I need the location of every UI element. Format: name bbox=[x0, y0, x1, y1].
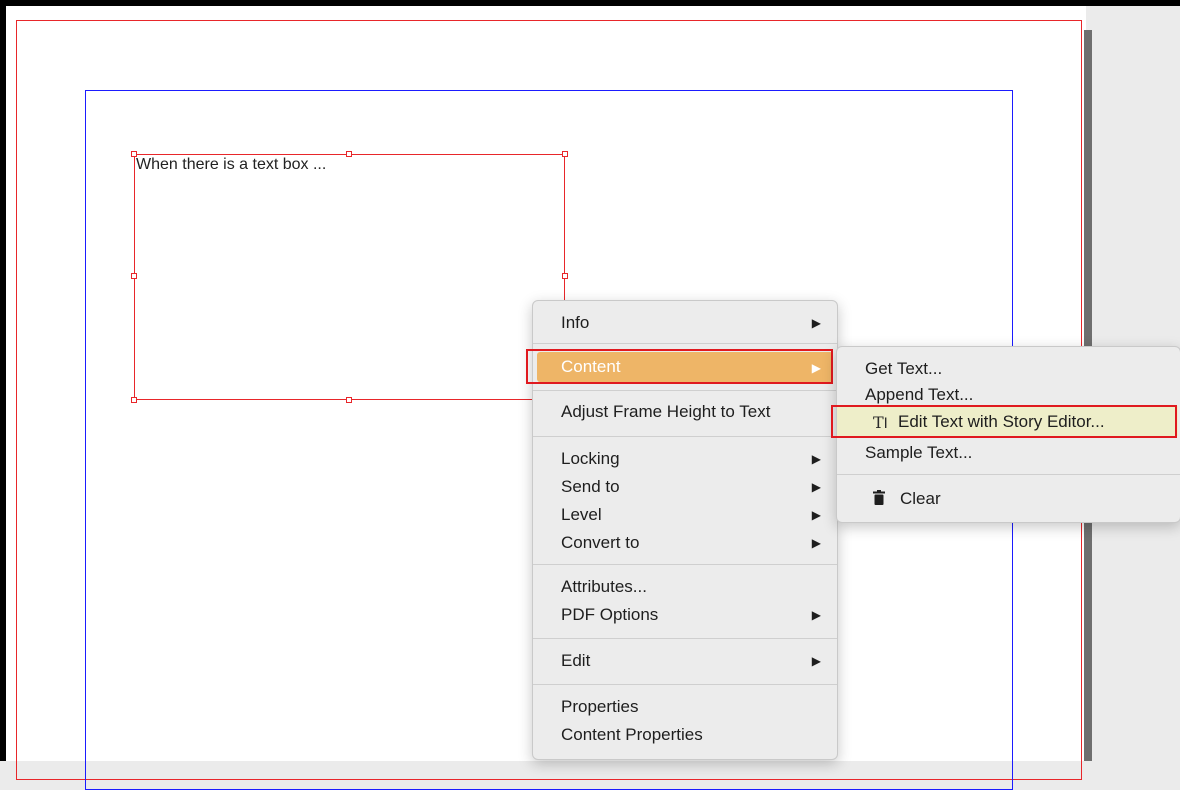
menu-separator bbox=[533, 390, 837, 391]
submenu-arrow-icon: ▶ bbox=[811, 536, 821, 550]
menu-item-label: Level bbox=[561, 505, 602, 524]
menu-item-properties[interactable]: Properties bbox=[533, 693, 837, 720]
menu-item-content-properties[interactable]: Content Properties bbox=[533, 721, 837, 748]
submenu-item-sample-text[interactable]: Sample Text... bbox=[837, 439, 1180, 465]
submenu-item-label: Get Text... bbox=[865, 359, 943, 378]
menu-item-adjust-frame-height[interactable]: Adjust Frame Height to Text bbox=[533, 398, 837, 425]
menu-item-info[interactable]: Info ▶ bbox=[533, 309, 837, 336]
submenu-item-append-text[interactable]: Append Text... bbox=[837, 381, 1180, 407]
story-editor-callout-box bbox=[831, 405, 1177, 438]
frame-text[interactable]: When there is a text box ... bbox=[136, 156, 326, 174]
menu-item-edit[interactable]: Edit ▶ bbox=[533, 647, 837, 674]
submenu-arrow-icon: ▶ bbox=[811, 452, 821, 466]
submenu-item-label: Append Text... bbox=[865, 385, 974, 404]
menu-item-label: PDF Options bbox=[561, 605, 659, 624]
submenu-item-label: Clear bbox=[900, 489, 941, 508]
menu-item-attributes[interactable]: Attributes... bbox=[533, 573, 837, 600]
menu-separator bbox=[533, 436, 837, 437]
menu-item-convert-to[interactable]: Convert to ▶ bbox=[533, 529, 837, 556]
frame-handle-bottom-middle[interactable] bbox=[346, 397, 352, 403]
menu-item-pdf-options[interactable]: PDF Options ▶ bbox=[533, 601, 837, 628]
submenu-arrow-icon: ▶ bbox=[811, 654, 821, 668]
menu-item-locking[interactable]: Locking ▶ bbox=[533, 445, 837, 472]
submenu-arrow-icon: ▶ bbox=[811, 316, 821, 330]
menu-item-label: Info bbox=[561, 313, 590, 332]
menu-separator bbox=[533, 564, 837, 565]
frame-handle-top-left[interactable] bbox=[131, 151, 137, 157]
window-border-top bbox=[0, 0, 1180, 6]
text-frame[interactable] bbox=[134, 154, 565, 400]
menu-item-label: Edit bbox=[561, 651, 591, 670]
submenu-item-get-text[interactable]: Get Text... bbox=[837, 355, 1180, 381]
menu-item-label: Send to bbox=[561, 477, 620, 496]
submenu-item-clear[interactable]: Clear bbox=[837, 485, 1180, 511]
menu-separator bbox=[533, 638, 837, 639]
frame-handle-top-right[interactable] bbox=[562, 151, 568, 157]
menu-separator bbox=[837, 474, 1180, 475]
frame-handle-bottom-left[interactable] bbox=[131, 397, 137, 403]
menu-item-level[interactable]: Level ▶ bbox=[533, 501, 837, 528]
submenu-arrow-icon: ▶ bbox=[811, 480, 821, 494]
menu-item-label: Locking bbox=[561, 449, 620, 468]
submenu-arrow-icon: ▶ bbox=[811, 608, 821, 622]
menu-item-label: Properties bbox=[561, 697, 639, 716]
window-border-left bbox=[0, 0, 6, 761]
frame-handle-top-middle[interactable] bbox=[346, 151, 352, 157]
menu-item-send-to[interactable]: Send to ▶ bbox=[533, 473, 837, 500]
content-callout-box bbox=[526, 349, 833, 384]
menu-item-label: Attributes... bbox=[561, 577, 647, 596]
menu-separator bbox=[533, 684, 837, 685]
submenu-item-label: Sample Text... bbox=[865, 443, 973, 462]
menu-item-label: Adjust Frame Height to Text bbox=[561, 402, 771, 421]
frame-handle-middle-left[interactable] bbox=[131, 273, 137, 279]
submenu-arrow-icon: ▶ bbox=[811, 508, 821, 522]
menu-item-label: Convert to bbox=[561, 533, 640, 552]
menu-separator bbox=[533, 343, 837, 344]
frame-handle-middle-right[interactable] bbox=[562, 273, 568, 279]
menu-item-label: Content Properties bbox=[561, 725, 703, 744]
